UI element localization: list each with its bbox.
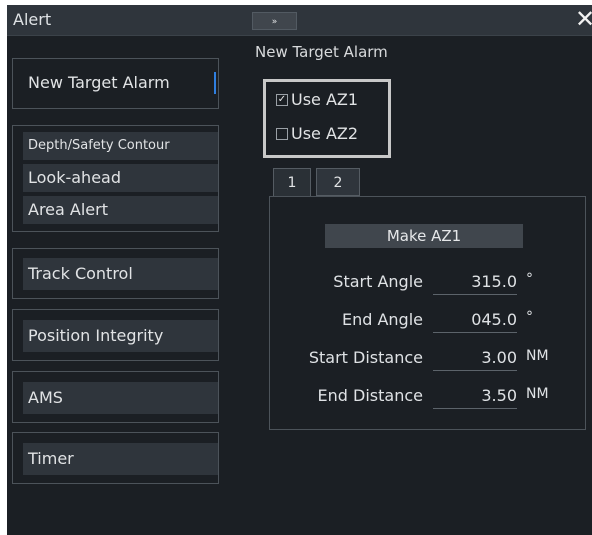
tab-az1[interactable]: 1: [273, 168, 311, 197]
close-icon: ✕: [575, 5, 592, 33]
sidebar-group-timer: Timer: [12, 432, 219, 484]
end-angle-label: End Angle: [341, 310, 423, 329]
tab-az2[interactable]: 2: [316, 168, 360, 196]
close-button[interactable]: ✕: [575, 7, 592, 31]
tab-label: 2: [333, 175, 343, 191]
sidebar-item-label: Timer: [28, 449, 74, 468]
start-angle-field[interactable]: 315.0: [433, 272, 517, 295]
end-distance-label: End Distance: [317, 386, 423, 405]
new-target-alarm-panel: New Target Alarm ✓ Use AZ1 Use AZ2 1 2 Ma…: [243, 35, 592, 535]
start-distance-field[interactable]: 3.00: [433, 348, 517, 371]
acquisition-zone-options: ✓ Use AZ1 Use AZ2: [263, 79, 391, 158]
sidebar-item-label: Area Alert: [28, 200, 108, 219]
sidebar-item-new-target-alarm[interactable]: New Target Alarm: [23, 69, 218, 97]
checkbox-unchecked-icon: [276, 127, 288, 140]
checkbox-label: Use AZ2: [291, 124, 359, 143]
start-distance-label: Start Distance: [308, 348, 423, 367]
sidebar-item-timer[interactable]: Timer: [23, 443, 218, 475]
selection-marker: [214, 72, 216, 94]
sidebar-group-track-control: Track Control: [12, 248, 219, 299]
sidebar-item-label: New Target Alarm: [28, 73, 170, 92]
alert-category-sidebar: New Target Alarm Depth/Safety Contour Lo…: [7, 35, 243, 535]
degree-unit: °: [526, 271, 533, 287]
sidebar-item-look-ahead[interactable]: Look-ahead: [23, 164, 218, 192]
sidebar-group-ams: AMS: [12, 371, 219, 423]
sidebar-item-label: Position Integrity: [28, 326, 164, 345]
end-angle-field[interactable]: 045.0: [433, 310, 517, 333]
panel-title: New Target Alarm: [255, 43, 388, 61]
sidebar-item-label: Look-ahead: [28, 168, 121, 187]
checkbox-label: Use AZ1: [291, 90, 359, 109]
sidebar-item-label: Track Control: [28, 264, 133, 283]
use-az2-checkbox[interactable]: Use AZ2: [276, 122, 358, 146]
sidebar-item-ams[interactable]: AMS: [23, 382, 218, 414]
tab-label: 1: [287, 175, 297, 191]
make-az1-button[interactable]: Make AZ1: [325, 224, 523, 248]
sidebar-item-depth-safety-contour[interactable]: Depth/Safety Contour: [23, 132, 218, 160]
sidebar-group-navigation-alerts: Depth/Safety Contour Look-ahead Area Ale…: [12, 125, 219, 232]
sidebar-item-position-integrity[interactable]: Position Integrity: [23, 320, 218, 352]
start-angle-label: Start Angle: [333, 272, 423, 291]
sidebar-group-position-integrity: Position Integrity: [12, 309, 219, 361]
nautical-mile-unit: NM: [526, 348, 549, 364]
window-title: Alert: [13, 10, 52, 29]
sidebar-item-area-alert[interactable]: Area Alert: [23, 196, 218, 224]
alert-window: Alert » ✕ New Target Alarm Depth/Safety …: [7, 5, 592, 535]
sidebar-item-label: Depth/Safety Contour: [28, 138, 170, 153]
title-bar: Alert » ✕: [7, 5, 592, 36]
use-az1-checkbox[interactable]: ✓ Use AZ1: [276, 88, 358, 112]
sidebar-group-new-target: New Target Alarm: [12, 58, 219, 109]
double-chevron-right-icon: »: [271, 17, 278, 27]
end-distance-field[interactable]: 3.50: [433, 386, 517, 409]
degree-unit: °: [526, 309, 533, 325]
sidebar-item-label: AMS: [28, 388, 63, 407]
collapse-panel-button[interactable]: »: [252, 12, 297, 30]
nautical-mile-unit: NM: [526, 386, 549, 402]
checkbox-checked-icon: ✓: [276, 93, 288, 106]
sidebar-item-track-control[interactable]: Track Control: [23, 258, 218, 290]
